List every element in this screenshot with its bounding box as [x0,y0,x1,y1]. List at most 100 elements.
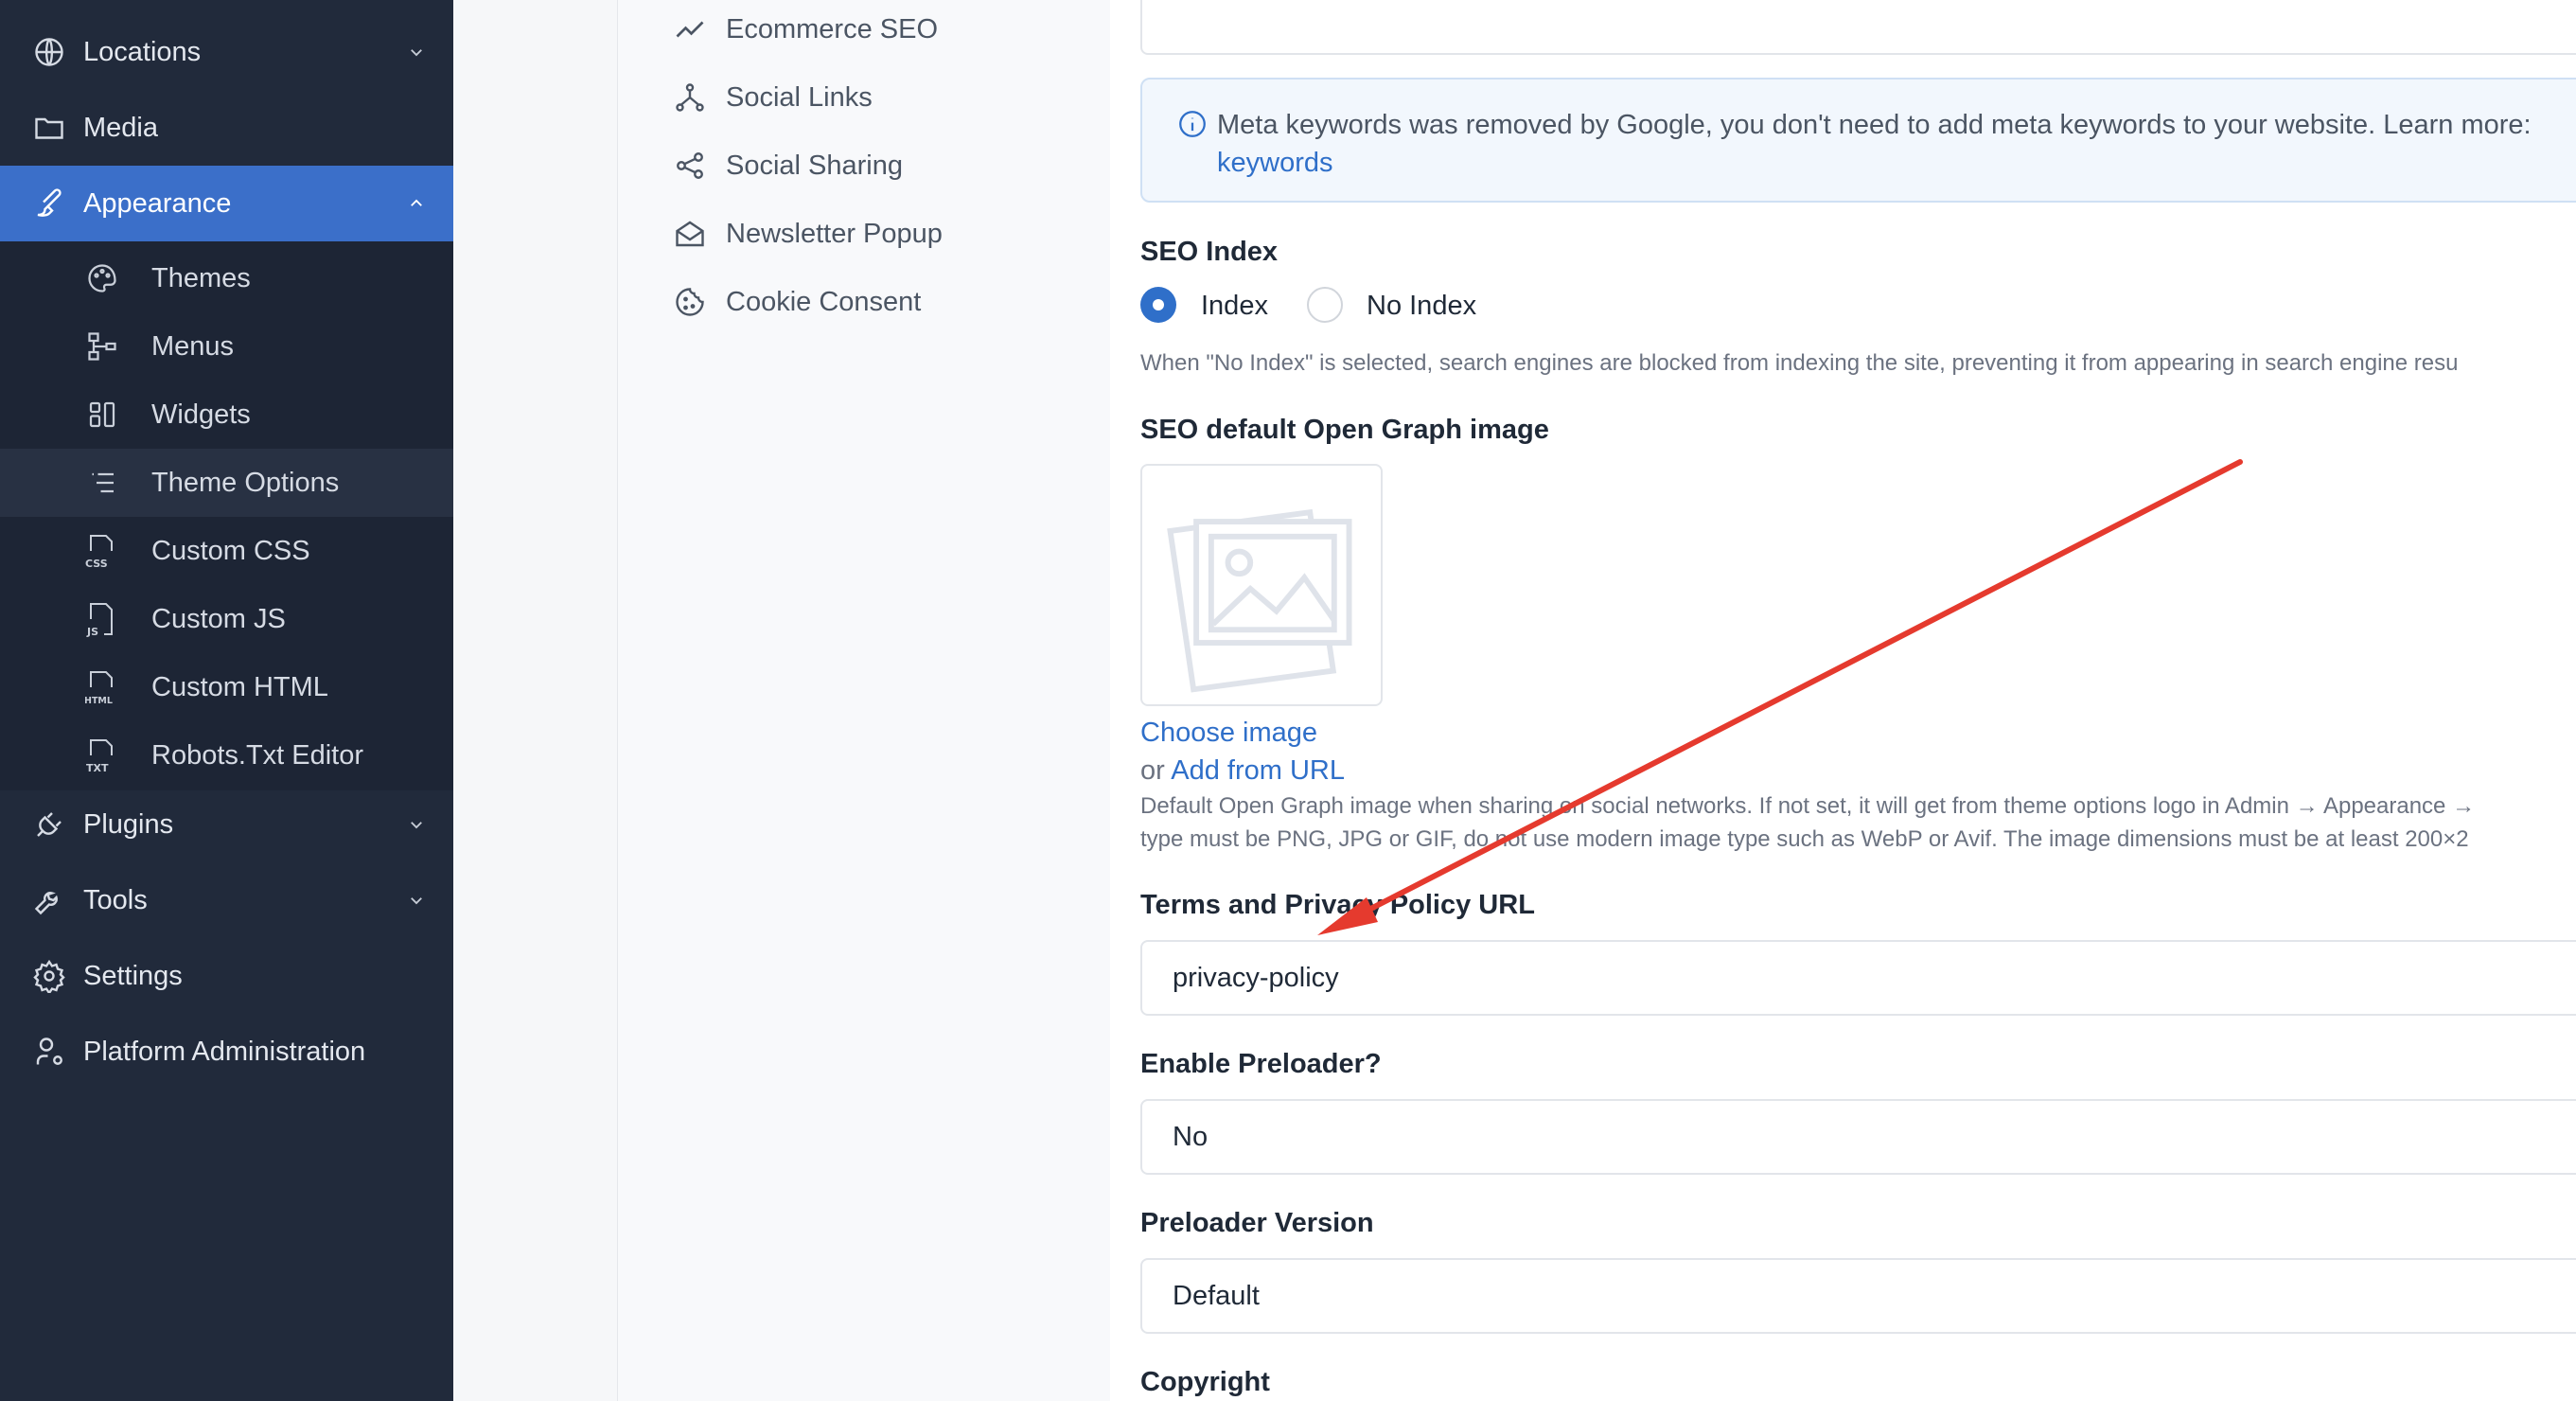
sidebar-item-settings[interactable]: Settings [0,938,453,1014]
or-text: or [1140,755,1165,786]
meta-keywords-input[interactable] [1140,0,2576,55]
submenu-item-widgets[interactable]: Widgets [0,381,453,449]
nav-item-ecommerce-seo[interactable]: Ecommerce SEO [673,9,938,50]
sidebar-item-label: Media [83,112,158,143]
og-image-help-line1: Default Open Graph image when sharing on… [1140,793,2476,819]
submenu-item-label: Widgets [151,399,251,430]
layout-icon [89,401,115,428]
wrench-icon [34,892,58,915]
submenu-item-label: Theme Options [151,468,340,498]
preloader-version-select[interactable]: Default [1140,1258,2576,1334]
preloader-version-value: Default [1173,1280,1260,1311]
theme-options-nav: Ecommerce SEO Social Links Social Sharin… [617,0,1110,1401]
enable-preloader-label: Enable Preloader? [1140,1049,1382,1079]
file-html-icon: HTML [85,671,113,706]
copyright-label: Copyright [1140,1367,1270,1397]
submenu-item-robots-txt-editor[interactable]: TXT Robots.Txt Editor [0,721,453,789]
submenu-item-custom-js[interactable]: JS Custom JS [0,585,453,653]
alert-text: Meta keywords was removed by Google, you… [1217,110,2532,140]
submenu-item-label: Menus [151,331,235,362]
nav-item-label: Cookie Consent [726,286,922,317]
og-image-preview[interactable] [1140,464,1383,706]
file-css-icon: CSS [85,535,113,570]
nav-item-label: Newsletter Popup [726,218,943,249]
submenu-item-label: Custom JS [151,604,286,634]
share-icon [677,152,703,179]
sidebar-item-label: Settings [83,960,183,991]
index-radio[interactable] [1140,287,1176,323]
svg-text:CSS: CSS [85,558,108,570]
sidebar-item-label: Platform Administration [83,1036,366,1067]
submenu-item-custom-css[interactable]: CSS Custom CSS [0,517,453,585]
chevron-down-icon [411,822,422,829]
submenu-item-label: Custom HTML [151,672,328,702]
submenu-item-label: Robots.Txt Editor [151,740,364,771]
chevron-down-icon [411,897,422,905]
privacy-url-label: Terms and Privacy Policy URL [1140,890,1535,920]
file-js-icon: JS [86,603,113,638]
choose-image-link[interactable]: Choose image [1140,718,1317,749]
submenu-item-custom-html[interactable]: HTML Custom HTML [0,653,453,721]
nav-item-cookie-consent[interactable]: Cookie Consent [673,281,921,323]
palette-icon [88,264,116,293]
user-cog-icon [36,1037,62,1065]
seo-index-help: When "No Index" is selected, search engi… [1140,350,2459,376]
appearance-submenu: Themes Menus Widgets Theme Options CSS C… [0,241,453,790]
list-indent-icon [92,472,114,493]
nav-item-label: Social Links [726,81,873,113]
brush-icon [37,188,62,217]
index-radio-label: Index [1201,291,1268,321]
no-index-radio[interactable] [1307,287,1343,323]
sidebar-item-platform-administration[interactable]: Platform Administration [0,1014,453,1090]
nodes-icon [676,83,704,112]
svg-text:TXT: TXT [86,762,109,774]
no-index-radio-label: No Index [1367,291,1477,321]
submenu-item-themes[interactable]: Themes [0,244,453,312]
meta-keywords-alert: Meta keywords was removed by Google, you… [1140,78,2576,203]
globe-icon [35,38,63,66]
chevron-up-icon [411,199,422,206]
submenu-item-menus[interactable]: Menus [0,312,453,381]
mail-open-icon [676,221,704,247]
sidebar-item-appearance[interactable]: Appearance [0,166,453,241]
og-image-help-line2: type must be PNG, JPG or GIF, do not use… [1140,826,2469,852]
sidebar-item-label: Tools [83,884,148,915]
keywords-link[interactable]: keywords [1217,148,1333,178]
sidebar-item-label: Locations [83,36,202,67]
sitemap-icon [88,332,116,361]
sidebar-item-plugins[interactable]: Plugins [0,787,453,862]
sidebar-item-tools[interactable]: Tools [0,862,453,938]
submenu-item-theme-options[interactable]: Theme Options [0,449,453,517]
cookie-icon [676,288,704,316]
enable-preloader-select[interactable]: No [1140,1099,2576,1175]
trend-line-icon [676,21,704,38]
admin-sidebar: Locations Media Appearance Themes Menus … [0,0,453,1401]
sidebar-item-media[interactable]: Media [0,90,453,166]
privacy-url-input[interactable]: privacy-policy [1140,940,2576,1016]
nav-item-social-sharing[interactable]: Social Sharing [673,145,903,186]
svg-text:JS: JS [86,626,98,638]
nav-item-label: Ecommerce SEO [726,13,938,44]
og-image-label: SEO default Open Graph image [1140,415,1549,445]
gear-icon [33,959,65,993]
submenu-item-label: Themes [151,263,251,293]
add-from-url-link[interactable]: Add from URL [1171,755,1345,786]
submenu-item-label: Custom CSS [151,536,310,566]
plug-icon [37,812,62,837]
file-txt-icon: TXT [86,739,113,774]
sidebar-item-locations[interactable]: Locations [0,14,453,90]
nav-item-label: Social Sharing [726,150,903,181]
preloader-version-label: Preloader Version [1140,1208,1374,1238]
nav-item-social-links[interactable]: Social Links [673,77,873,118]
folder-icon [35,117,63,139]
enable-preloader-value: No [1173,1121,1209,1152]
privacy-url-value: privacy-policy [1173,962,1339,993]
seo-index-label: SEO Index [1140,237,1279,267]
svg-text:HTML: HTML [85,696,113,706]
sidebar-item-label: Appearance [83,187,232,219]
sidebar-item-label: Plugins [83,808,174,840]
chevron-down-icon [411,49,422,57]
nav-item-newsletter-popup[interactable]: Newsletter Popup [673,213,943,255]
info-icon [1179,111,1206,137]
theme-options-form: Meta keywords was removed by Google, you… [1110,0,2576,1401]
